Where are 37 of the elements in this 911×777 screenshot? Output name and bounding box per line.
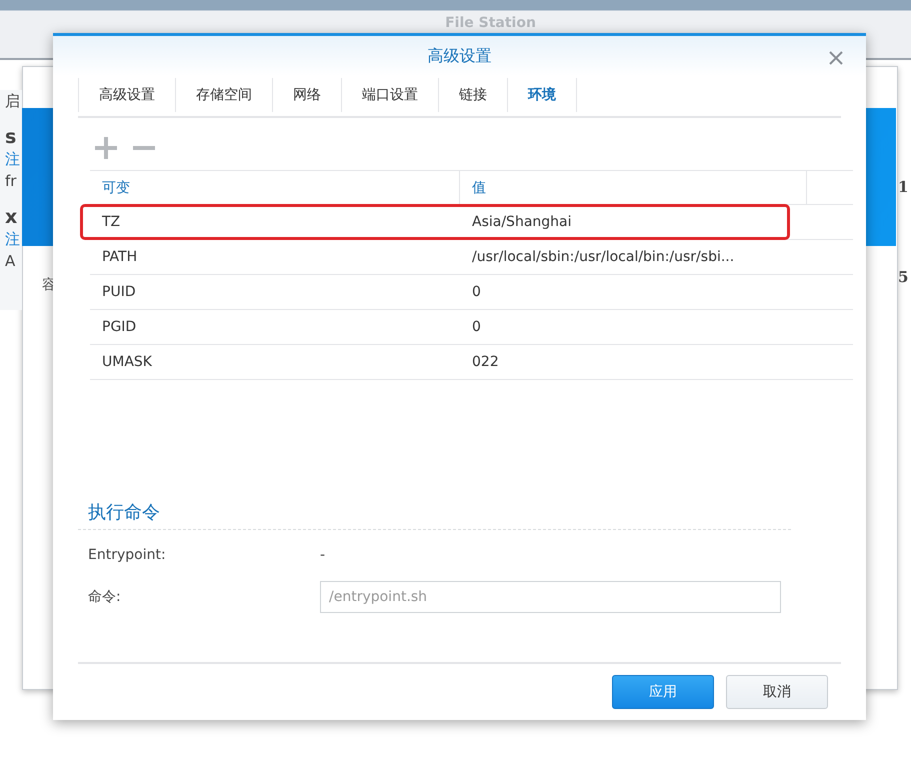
background-text: x (4, 206, 18, 228)
table-cell-text: UMASK (101, 353, 153, 372)
background-text: 1 (898, 178, 908, 196)
background-text: 注 (4, 149, 21, 170)
background-text: A (4, 251, 16, 272)
table-cell-text: /usr/local/sbin:/usr/local/bin:/usr/sbi... (471, 248, 736, 267)
table-cell-text: TZ (101, 213, 122, 232)
section-title: 执行命令 (88, 502, 160, 523)
tab[interactable]: 存储空间 (175, 78, 272, 112)
close-icon[interactable] (828, 50, 844, 66)
input-field[interactable]: /entrypoint.sh (320, 581, 781, 613)
field-value: - (320, 547, 326, 563)
tab[interactable]: 链接 (438, 78, 507, 112)
table-cell-text: 0 (471, 318, 482, 337)
column-header[interactable]: 可变 (90, 171, 460, 204)
field-label: Entrypoint: (88, 547, 167, 563)
tab[interactable]: 高级设置 (78, 78, 175, 112)
tab[interactable]: 环境 (507, 78, 577, 112)
background-text: fr (4, 171, 18, 192)
dialog-title: 高级设置 (428, 46, 492, 66)
add-icon[interactable] (94, 136, 118, 160)
field-label: 命令: (88, 588, 122, 606)
table-cell-text: 022 (471, 353, 500, 372)
table-cell-text: Asia/Shanghai (471, 213, 572, 232)
column-header[interactable]: 值 (460, 171, 807, 204)
background-text: s (4, 126, 18, 148)
background-text: 启 (4, 91, 21, 112)
background-text: 注 (4, 229, 21, 250)
tab[interactable]: 网络 (272, 78, 341, 112)
tab[interactable]: 端口设置 (341, 78, 438, 112)
table-cell-text: PUID (101, 283, 137, 302)
table-cell-text: 0 (471, 283, 482, 302)
table-cell-text: PGID (101, 318, 138, 337)
window-title: File Station (445, 15, 536, 32)
table-cell-text: PATH (101, 248, 138, 267)
cancel-button[interactable]: 取消 (726, 675, 828, 709)
background-text: 5 (898, 268, 908, 286)
